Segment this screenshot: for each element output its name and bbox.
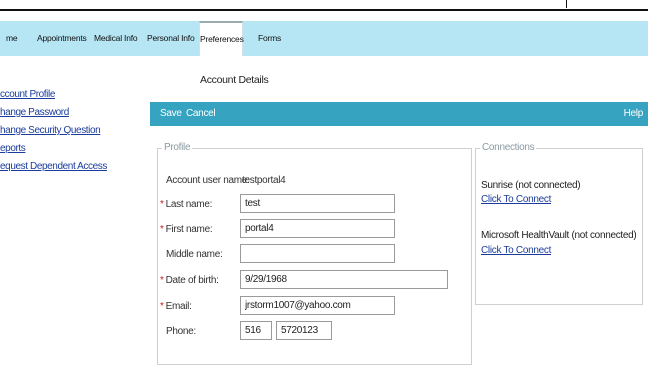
tab-preferences[interactable]: Preferences	[199, 21, 244, 56]
top-divider	[566, 0, 567, 8]
save-button[interactable]: Save	[160, 102, 182, 126]
email-label: * Email:	[160, 301, 192, 312]
tab-personal-info[interactable]: Personal Info	[147, 21, 195, 56]
sidebar-item-reports[interactable]: eports	[0, 142, 120, 156]
main-nav: me Appointments Medical Info Personal In…	[0, 21, 648, 56]
toolbar: Save Cancel Help	[150, 102, 648, 126]
profile-legend: Profile	[162, 142, 193, 153]
connection-sunrise-name: Sunrise (not connected)	[481, 180, 581, 191]
required-marker: *	[160, 224, 164, 235]
page-title: Account Details	[200, 74, 269, 86]
date-of-birth-label-text: Date of birth:	[165, 275, 219, 286]
phone-label: Phone:	[166, 326, 196, 337]
connections-section: Connections Sunrise (not connected) Clic…	[475, 142, 643, 305]
tab-forms[interactable]: Forms	[258, 21, 281, 56]
required-marker: *	[160, 301, 164, 312]
account-user-name-value: testportal4	[242, 175, 286, 186]
top-border	[0, 0, 648, 11]
middle-name-input[interactable]	[240, 244, 395, 263]
profile-section: Profile Account user name: testportal4 *…	[157, 142, 472, 365]
email-label-text: Email:	[165, 301, 192, 312]
last-name-input[interactable]	[240, 194, 395, 213]
account-user-name-label: Account user name:	[166, 175, 250, 186]
phone-number-input[interactable]	[276, 321, 332, 340]
sidebar-item-change-security-question[interactable]: hange Security Question	[0, 124, 120, 138]
middle-name-label: Middle name:	[166, 249, 223, 260]
last-name-label-text: Last name:	[165, 199, 213, 210]
phone-area-code-input[interactable]	[240, 321, 272, 340]
sidebar-item-request-dependent-access[interactable]: equest Dependent Access	[0, 160, 120, 174]
connections-legend: Connections	[480, 142, 537, 153]
connect-sunrise-link[interactable]: Click To Connect	[481, 194, 551, 205]
sidebar-item-change-password[interactable]: hange Password	[0, 106, 120, 120]
first-name-label-text: First name:	[165, 224, 213, 235]
sidebar: ccount Profile hange Password hange Secu…	[0, 88, 120, 178]
tab-appointments[interactable]: Appointments	[37, 21, 87, 56]
tab-medical-info[interactable]: Medical Info	[94, 21, 138, 56]
first-name-input[interactable]	[240, 219, 395, 238]
first-name-label: * First name:	[160, 224, 213, 235]
sidebar-item-account-profile[interactable]: ccount Profile	[0, 88, 120, 102]
connection-healthvault-name: Microsoft HealthVault (not connected)	[481, 230, 637, 241]
required-marker: *	[160, 199, 164, 210]
required-marker: *	[160, 275, 164, 286]
date-of-birth-label: * Date of birth:	[160, 275, 219, 286]
connect-healthvault-link[interactable]: Click To Connect	[481, 245, 551, 256]
tab-home[interactable]: me	[6, 21, 18, 56]
last-name-label: * Last name:	[160, 199, 212, 210]
email-input[interactable]	[240, 296, 395, 315]
account-details-panel: Profile Account user name: testportal4 *…	[150, 126, 648, 365]
cancel-button[interactable]: Cancel	[186, 102, 216, 126]
help-button[interactable]: Help	[624, 102, 644, 126]
date-of-birth-input[interactable]	[240, 270, 448, 289]
